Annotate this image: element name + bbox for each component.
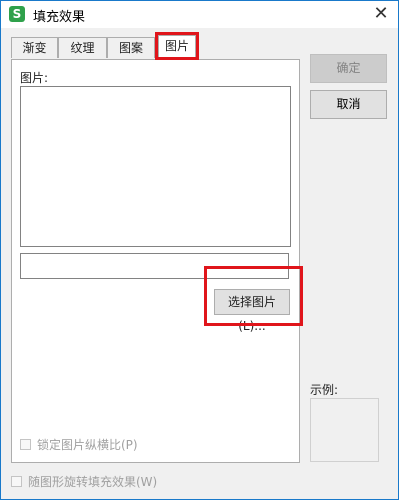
cancel-button[interactable]: 取消 bbox=[310, 90, 387, 119]
tab-texture[interactable]: 纹理 bbox=[58, 37, 107, 58]
rotate-with-shape-label: 随图形旋转填充效果(W) bbox=[28, 474, 158, 489]
app-logo-icon: S bbox=[9, 6, 25, 22]
lock-aspect-ratio-option: 锁定图片纵横比(P) bbox=[20, 436, 138, 452]
picture-label: 图片: bbox=[20, 71, 49, 85]
tab-pattern[interactable]: 图案 bbox=[107, 37, 155, 58]
lock-aspect-ratio-checkbox bbox=[20, 438, 31, 450]
tab-gradient[interactable]: 渐变 bbox=[11, 37, 58, 58]
ok-button: 确定 bbox=[310, 54, 387, 83]
tab-highlight-annotation bbox=[155, 32, 199, 60]
fill-effects-dialog: S 填充效果 ✕ 渐变 纹理 图案 图片 图片: 选择图片(L)... 锁定图片… bbox=[0, 0, 399, 500]
title-bar: S 填充效果 ✕ bbox=[1, 1, 398, 28]
select-button-highlight-annotation bbox=[204, 266, 303, 326]
picture-tab-panel: 图片: 选择图片(L)... 锁定图片纵横比(P) bbox=[11, 59, 300, 463]
dialog-title: 填充效果 bbox=[33, 10, 86, 25]
close-button[interactable]: ✕ bbox=[370, 4, 392, 24]
rotate-with-shape-option: 随图形旋转填充效果(W) bbox=[11, 473, 157, 489]
picture-preview bbox=[20, 86, 291, 247]
sample-preview bbox=[310, 398, 379, 462]
sample-label: 示例: bbox=[310, 383, 339, 397]
rotate-with-shape-checkbox bbox=[11, 475, 22, 487]
lock-aspect-ratio-label: 锁定图片纵横比(P) bbox=[37, 437, 138, 452]
